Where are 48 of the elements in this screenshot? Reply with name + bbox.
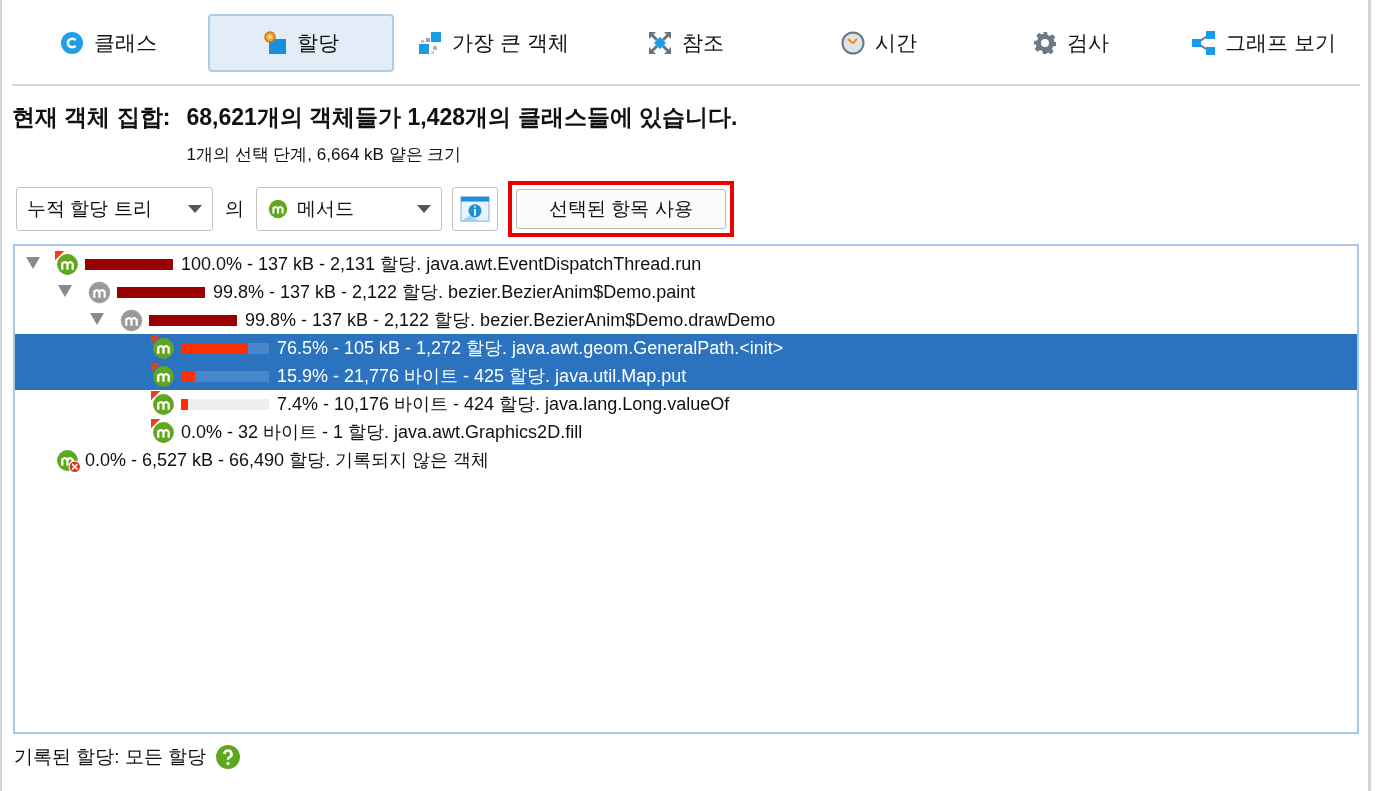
tab[interactable]: 그래프 보기 bbox=[1170, 14, 1357, 72]
tree-row[interactable]: 7.4% - 10,176 바이트 - 424 할당. java.lang.Long.valueOf bbox=[15, 390, 1357, 418]
caret-icon bbox=[188, 205, 202, 213]
inactive-method-icon bbox=[119, 307, 145, 333]
method-icon bbox=[267, 198, 289, 220]
node-label: 76.5% - 105 kB - 1,272 할당. java.awt.geom.GeneralPath.<init> bbox=[277, 337, 784, 360]
node-label: 7.4% - 10,176 바이트 - 424 할당. java.lang.Long.valueOf bbox=[277, 393, 730, 416]
recorded-allocations-label: 기록된 할당: 모든 할당 bbox=[14, 745, 207, 769]
selection-info: 1개의 선택 단계, 6,664 kB 얕은 크기 bbox=[186, 144, 463, 166]
connector-label: 의 bbox=[225, 197, 244, 221]
allocation-icon bbox=[262, 31, 287, 55]
tree-row[interactable]: 99.8% - 137 kB - 2,122 할당. bezier.BezierAnim$Demo.drawDemo bbox=[15, 306, 1357, 334]
tree-row[interactable]: 76.5% - 105 kB - 1,272 할당. java.awt.geom.GeneralPath.<init> bbox=[15, 334, 1357, 362]
node-label: 99.8% - 137 kB - 2,122 할당. bezier.BezierAnim$Demo.paint bbox=[213, 281, 696, 304]
graph-icon bbox=[1191, 31, 1216, 55]
method-error-icon bbox=[55, 447, 81, 473]
node-label: 99.8% - 137 kB - 2,122 할당. bezier.BezierAnim$Demo.drawDemo bbox=[245, 309, 776, 332]
tree-row[interactable]: 99.8% - 137 kB - 2,122 할당. bezier.BezierAnim$Demo.paint bbox=[15, 278, 1357, 306]
node-label: 15.9% - 21,776 바이트 - 425 할당. java.util.Map.put bbox=[277, 365, 687, 388]
blocks-icon bbox=[418, 31, 443, 55]
node-label: 0.0% - 6,527 kB - 66,490 할당. 기록되지 않은 객체 bbox=[85, 449, 490, 472]
help-button[interactable] bbox=[216, 745, 241, 769]
window-info-icon bbox=[460, 195, 490, 223]
tab[interactable]: 참조 bbox=[593, 14, 779, 72]
tree-row[interactable]: 15.9% - 21,776 바이트 - 425 할당. java.util.Map.put bbox=[15, 362, 1357, 390]
tree-row[interactable]: 100.0% - 137 kB - 2,131 할당. java.awt.EventDispatchThread.run bbox=[15, 250, 1357, 278]
tab[interactable]: 할당 bbox=[207, 14, 394, 72]
gear-icon bbox=[1033, 31, 1058, 55]
help-icon bbox=[216, 745, 241, 769]
title-label: 현재 객체 집합: bbox=[12, 103, 171, 132]
tree-row[interactable]: 0.0% - 6,527 kB - 66,490 할당. 기록되지 않은 객체 bbox=[15, 446, 1357, 474]
tab[interactable]: 시간 bbox=[785, 14, 972, 72]
use-selected-button[interactable]: 선택된 항목 사용 bbox=[516, 189, 726, 229]
tree-row[interactable]: 0.0% - 32 바이트 - 1 할당. java.awt.Graphics2D.fill bbox=[15, 418, 1357, 446]
tab[interactable]: 가장 큰 객체 bbox=[400, 14, 587, 72]
node-label: 100.0% - 137 kB - 2,131 할당. java.awt.EventDispatchThread.run bbox=[181, 253, 702, 276]
tab[interactable]: 클래스 bbox=[15, 14, 202, 72]
node-label: 0.0% - 32 바이트 - 1 할당. java.awt.Graphics2D.fill bbox=[181, 421, 583, 444]
inactive-method-icon bbox=[87, 279, 113, 305]
view-dropdown[interactable]: 누적 할당 트리 bbox=[16, 187, 213, 231]
object-set-summary: 68,621개의 객체들가 1,428개의 클래스들에 있습니다. bbox=[186, 103, 738, 132]
tab[interactable]: 검사 bbox=[978, 14, 1165, 72]
aggregation-dropdown[interactable]: 메서드 bbox=[256, 187, 442, 231]
class-icon bbox=[59, 31, 84, 55]
info-button[interactable] bbox=[452, 187, 498, 231]
clock-icon bbox=[840, 31, 865, 55]
caret-icon bbox=[417, 205, 431, 213]
arrows-icon bbox=[648, 31, 672, 55]
